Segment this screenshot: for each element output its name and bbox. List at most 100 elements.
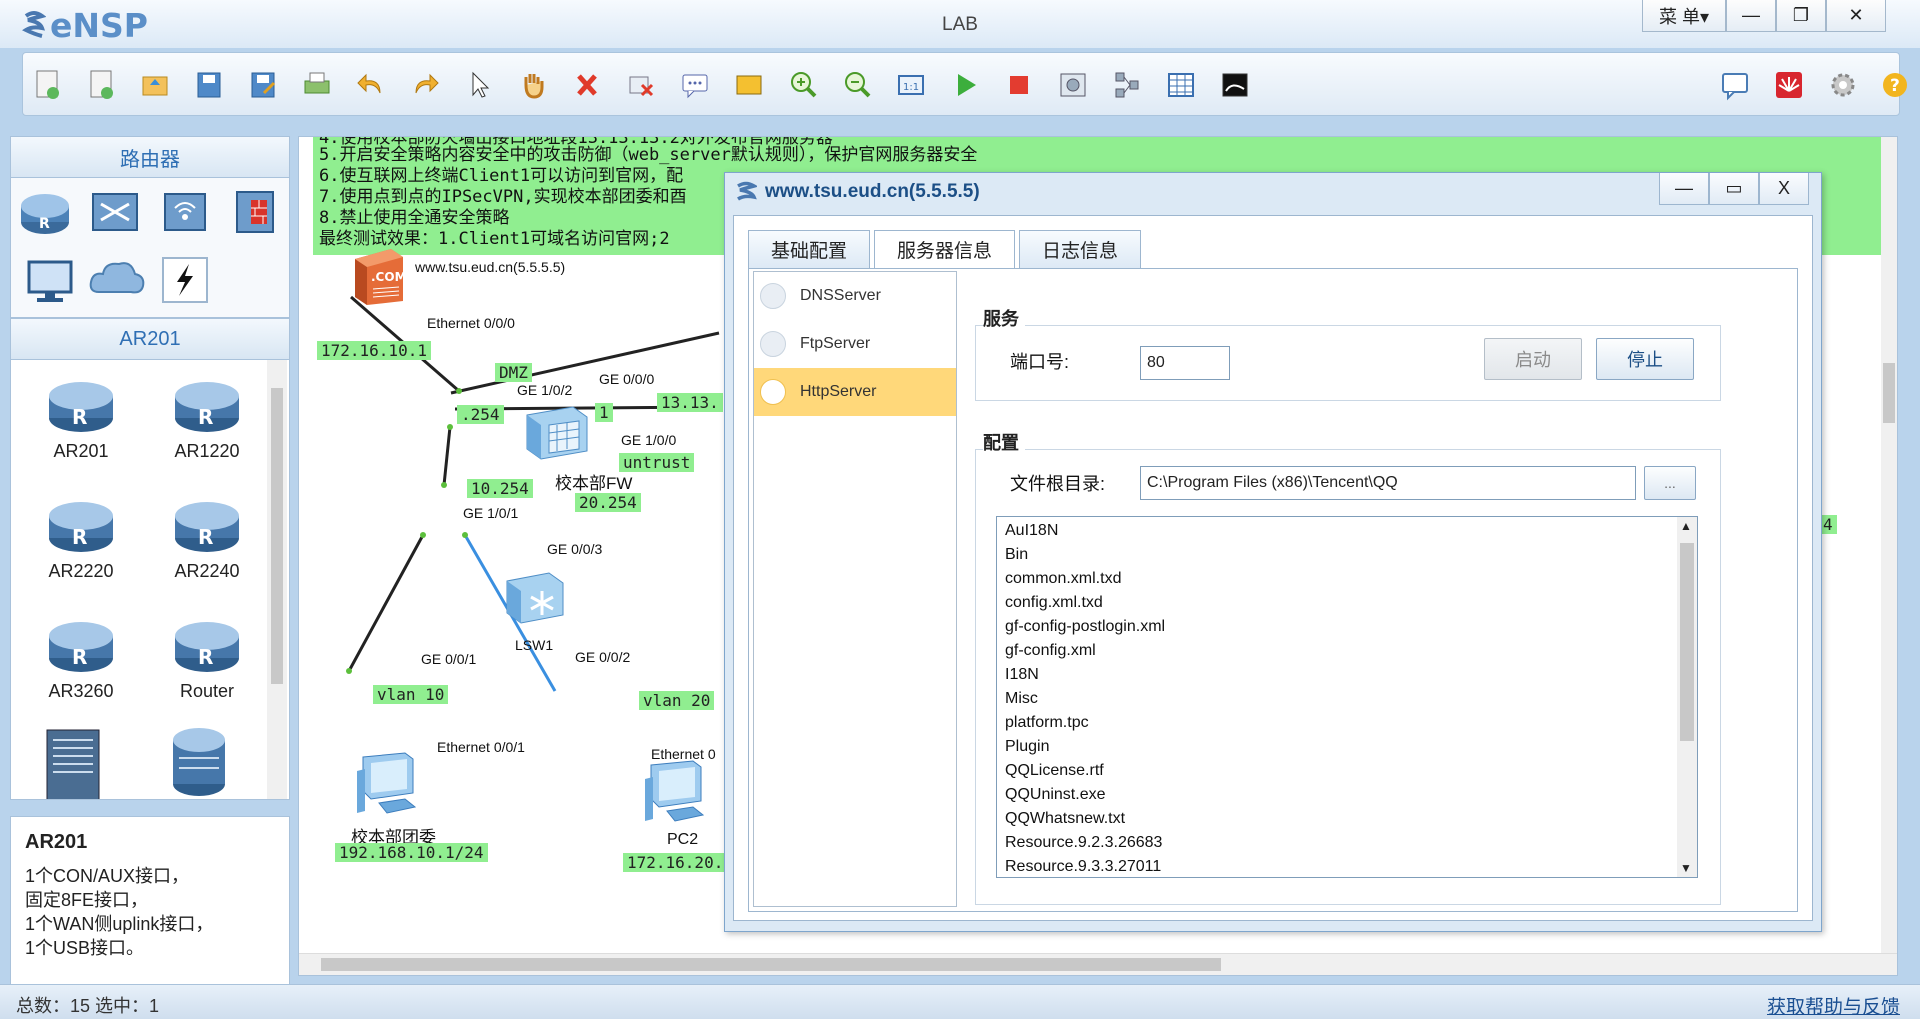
device-ar2240[interactable]: R AR2240 (147, 492, 267, 582)
open-icon[interactable] (135, 65, 175, 105)
fit-view-icon[interactable]: 1:1 (891, 65, 931, 105)
print-icon[interactable] (297, 65, 337, 105)
list-item[interactable]: Bin (997, 543, 1697, 567)
device-ar3260[interactable]: R AR3260 (21, 612, 141, 702)
vlan-tag[interactable]: vlan 20 (639, 691, 715, 710)
device-ar201[interactable]: R AR201 (21, 372, 141, 462)
tab-basic-config[interactable]: 基础配置 (748, 230, 871, 268)
ip-tag[interactable]: 192.168.10.1/24 (335, 843, 488, 862)
firewall-node[interactable] (525, 403, 589, 464)
cloud-category-icon[interactable] (87, 254, 147, 307)
redo-icon[interactable] (405, 65, 445, 105)
pc-tuanwei-node[interactable] (355, 751, 421, 822)
help-icon[interactable]: ? (1875, 65, 1915, 105)
ip-tag[interactable]: 172.16.20. (623, 853, 728, 872)
close-button[interactable]: ✕ (1826, 0, 1886, 32)
zone-tag[interactable]: DMZ (495, 363, 532, 382)
add-note-icon[interactable] (675, 65, 715, 105)
device-ar2220[interactable]: R AR2220 (21, 492, 141, 582)
capture-icon[interactable] (1053, 65, 1093, 105)
scroll-down-icon[interactable]: ▼ (1680, 861, 1692, 875)
device-list-scrollbar[interactable] (267, 360, 287, 799)
dialog-maximize-button[interactable]: ▭ (1709, 173, 1759, 205)
root-dir-input[interactable]: C:\Program Files (x86)\Tencent\QQ (1140, 466, 1636, 500)
ip-tag[interactable]: 20.254 (575, 493, 641, 512)
list-item[interactable]: I18N (997, 663, 1697, 687)
list-item[interactable]: AuI18N (997, 519, 1697, 543)
new-topology-icon[interactable] (27, 65, 67, 105)
file-list-scrollbar[interactable]: ▲ ▼ (1677, 517, 1697, 877)
ip-tag[interactable]: 10.254 (467, 479, 533, 498)
list-item[interactable]: gf-config-postlogin.xml (997, 615, 1697, 639)
restore-button[interactable]: ❐ (1776, 0, 1826, 32)
dialog-minimize-button[interactable]: — (1659, 173, 1709, 205)
pan-hand-icon[interactable] (513, 65, 553, 105)
list-item[interactable]: common.xml.txd (997, 567, 1697, 591)
list-item[interactable]: Resource.9.3.3.27011 (997, 855, 1697, 877)
core-router-icon[interactable] (171, 724, 227, 799)
port-input[interactable]: 80 (1140, 346, 1230, 380)
save-icon[interactable] (189, 65, 229, 105)
ip-tag[interactable]: 172.16.10.1 (317, 341, 431, 360)
minimize-button[interactable]: — (1726, 0, 1776, 32)
list-item[interactable]: QQLicense.rtf (997, 759, 1697, 783)
canvas-horizontal-scrollbar[interactable] (299, 953, 1897, 975)
device-router[interactable]: R Router (147, 612, 267, 702)
screenshot-icon[interactable] (1215, 65, 1255, 105)
ip-tag[interactable]: 13.13. (657, 393, 723, 412)
list-item[interactable]: Misc (997, 687, 1697, 711)
delete-icon[interactable] (567, 65, 607, 105)
chat-icon[interactable] (1715, 65, 1755, 105)
start-all-icon[interactable] (945, 65, 985, 105)
topology-icon[interactable] (1107, 65, 1147, 105)
list-item[interactable]: Plugin (997, 735, 1697, 759)
scroll-up-icon[interactable]: ▲ (1680, 519, 1692, 533)
add-shape-icon[interactable] (729, 65, 769, 105)
server-item-dns[interactable]: DNSServer (754, 272, 956, 320)
list-item[interactable]: Resource.9.2.3.26683 (997, 831, 1697, 855)
tab-log-info[interactable]: 日志信息 (1019, 230, 1142, 268)
tab-server-info[interactable]: 服务器信息 (874, 230, 1016, 268)
router-category-icon[interactable]: R (17, 184, 73, 243)
stop-button[interactable]: 停止 (1596, 338, 1694, 380)
web-server-node[interactable]: .COM (351, 245, 407, 310)
device-ar1220[interactable]: R AR1220 (147, 372, 267, 462)
huawei-icon[interactable] (1769, 65, 1809, 105)
stop-all-icon[interactable] (999, 65, 1039, 105)
list-item[interactable]: QQWhatsnew.txt (997, 807, 1697, 831)
zoom-out-icon[interactable] (837, 65, 877, 105)
zone-tag[interactable]: untrust (619, 453, 695, 472)
list-item[interactable]: QQUninst.exe (997, 783, 1697, 807)
power-category-icon[interactable] (161, 256, 209, 307)
browse-button[interactable]: ... (1644, 466, 1696, 500)
menu-button[interactable]: 菜 单▾ (1642, 0, 1726, 32)
delete-link-icon[interactable] (621, 65, 661, 105)
zoom-in-icon[interactable] (783, 65, 823, 105)
settings-icon[interactable] (1823, 65, 1863, 105)
undo-icon[interactable] (351, 65, 391, 105)
server-item-ftp[interactable]: FtpServer (754, 320, 956, 368)
list-item[interactable]: platform.tpc (997, 711, 1697, 735)
ip-tag[interactable]: .254 (457, 405, 504, 424)
save-as-icon[interactable] (243, 65, 283, 105)
terminal-category-icon[interactable] (25, 256, 75, 309)
server-item-http[interactable]: HttpServer (754, 368, 956, 416)
scrollbar-thumb[interactable] (1680, 543, 1694, 741)
new-lab-icon[interactable] (81, 65, 121, 105)
scrollbar-thumb[interactable] (271, 388, 283, 684)
pc2-node[interactable] (643, 759, 709, 830)
firewall-category-icon[interactable] (227, 184, 283, 243)
scrollbar-thumb[interactable] (321, 958, 1221, 971)
dialog-close-button[interactable]: X (1759, 173, 1809, 205)
chassis-router-icon[interactable] (45, 728, 101, 799)
canvas-vertical-scrollbar[interactable] (1881, 137, 1897, 957)
ip-tag[interactable]: 1 (595, 403, 613, 422)
switch-lsw1-node[interactable] (505, 569, 565, 628)
select-icon[interactable] (459, 65, 499, 105)
grid-icon[interactable] (1161, 65, 1201, 105)
switch-category-icon[interactable] (87, 184, 143, 243)
list-item[interactable]: gf-config.xml (997, 639, 1697, 663)
wireless-category-icon[interactable] (157, 184, 213, 243)
list-item[interactable]: config.xml.txd (997, 591, 1697, 615)
vlan-tag[interactable]: vlan 10 (373, 685, 449, 704)
